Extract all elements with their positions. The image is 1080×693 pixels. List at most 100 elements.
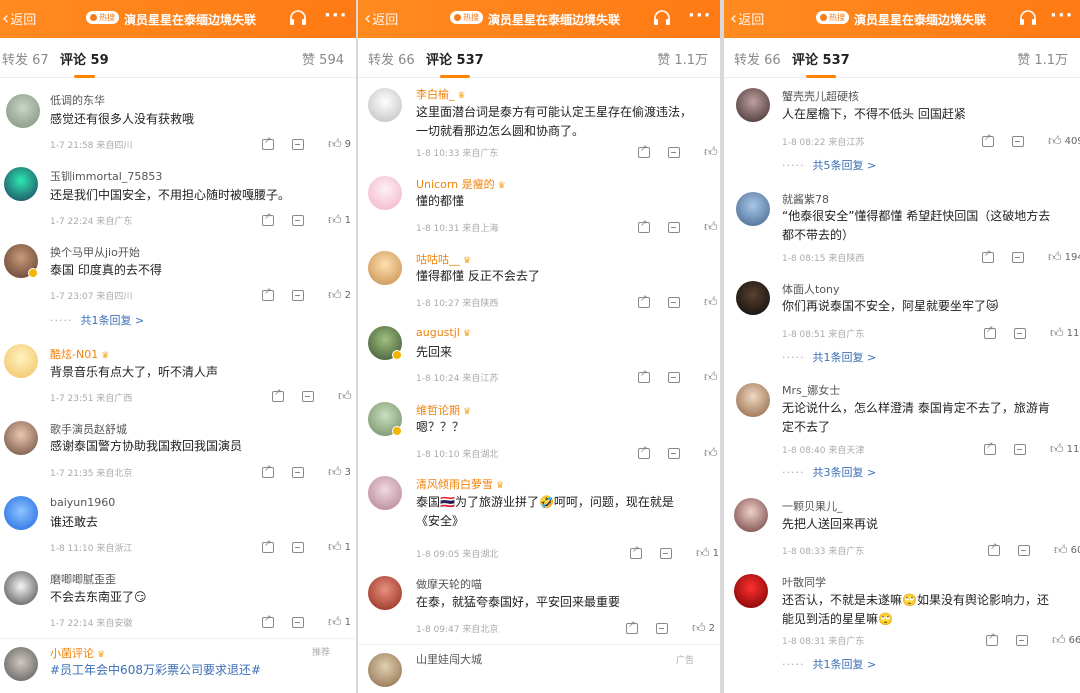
share-icon[interactable]: [262, 287, 274, 301]
share-icon[interactable]: [638, 219, 650, 233]
tab-comments[interactable]: 评论 537: [792, 49, 850, 78]
back-button[interactable]: ‹ 返回: [730, 9, 764, 28]
share-icon[interactable]: [272, 388, 284, 402]
comment-author[interactable]: augustjl ♛: [416, 326, 471, 339]
thumbs-up-icon[interactable]: 👍︎: [1048, 134, 1062, 149]
share-icon[interactable]: [626, 620, 638, 634]
avatar[interactable]: [368, 88, 402, 122]
share-icon[interactable]: [982, 249, 994, 263]
comment-icon[interactable]: [292, 139, 304, 150]
comment-author[interactable]: 做摩天轮的喵: [416, 576, 482, 592]
comment-author[interactable]: 维哲论期 ♛: [416, 402, 471, 418]
share-icon[interactable]: [638, 144, 650, 158]
tab-likes[interactable]: 赞 1.1万: [1017, 49, 1068, 68]
share-icon[interactable]: [638, 369, 650, 383]
comment-icon[interactable]: [668, 372, 680, 383]
comment-icon[interactable]: [1016, 635, 1028, 646]
share-icon[interactable]: [262, 136, 274, 150]
headphones-icon[interactable]: [1018, 9, 1038, 27]
comment-author[interactable]: 咕咕咕__ ♛: [416, 251, 471, 267]
view-replies-link[interactable]: ····· 共5条回复 >: [782, 157, 876, 173]
thumbs-up-icon[interactable]: 👍︎: [1050, 442, 1064, 457]
comment-icon[interactable]: [668, 147, 680, 158]
share-icon[interactable]: [982, 133, 994, 147]
share-icon[interactable]: [630, 545, 642, 559]
comment-author[interactable]: 李白榆_ ♛: [416, 86, 466, 102]
more-icon[interactable]: ···: [688, 5, 712, 26]
comment-author[interactable]: 山里娃闯大城: [416, 651, 482, 667]
comment-icon[interactable]: [292, 542, 304, 553]
comment-author[interactable]: 一颗贝果儿_: [782, 498, 843, 514]
thumbs-up-icon[interactable]: 👍︎: [704, 220, 718, 235]
comment-icon[interactable]: [1018, 545, 1030, 556]
thumbs-up-icon[interactable]: 👍︎: [328, 137, 342, 152]
thumbs-up-icon[interactable]: 👍︎: [1052, 633, 1066, 648]
avatar[interactable]: [368, 176, 402, 210]
thumbs-up-icon[interactable]: 👍︎: [328, 213, 342, 228]
thumbs-up-icon[interactable]: 👍︎: [704, 295, 718, 310]
comment-author[interactable]: 清风倾雨白萝雪 ♛: [416, 476, 504, 492]
more-icon[interactable]: ···: [324, 5, 348, 26]
comment-icon[interactable]: [1012, 252, 1024, 263]
back-button[interactable]: ‹ 返回: [364, 9, 398, 28]
avatar[interactable]: [6, 94, 40, 128]
view-replies-link[interactable]: ····· 共1条回复 >: [50, 312, 144, 328]
share-icon[interactable]: [988, 542, 1000, 556]
share-icon[interactable]: [262, 539, 274, 553]
thumbs-up-icon[interactable]: 👍︎: [328, 465, 342, 480]
comment-icon[interactable]: [292, 290, 304, 301]
thumbs-up-icon[interactable]: 👍︎: [692, 621, 706, 636]
ad-item[interactable]: 山里娃闯大城 广告: [358, 644, 720, 693]
avatar[interactable]: [4, 344, 38, 378]
share-icon[interactable]: [262, 464, 274, 478]
headphones-icon[interactable]: [288, 9, 308, 27]
thumbs-up-icon[interactable]: 👍︎: [1054, 543, 1068, 558]
thumbs-up-icon[interactable]: 👍︎: [338, 389, 352, 404]
comment-author[interactable]: 玉钏immortal_75853: [50, 168, 162, 184]
avatar[interactable]: [736, 383, 770, 417]
comment-icon[interactable]: [302, 391, 314, 402]
avatar[interactable]: [368, 653, 402, 687]
view-replies-link[interactable]: ····· 共1条回复 >: [782, 656, 876, 672]
view-replies-link[interactable]: ····· 共1条回复 >: [782, 349, 876, 365]
comment-icon[interactable]: [292, 617, 304, 628]
thumbs-up-icon[interactable]: 👍︎: [328, 288, 342, 303]
tab-repost[interactable]: 转发 66: [368, 49, 415, 68]
thumbs-up-icon[interactable]: 👍︎: [704, 446, 718, 461]
comment-author[interactable]: baiyun1960: [50, 496, 115, 509]
tab-likes[interactable]: 赞 594: [302, 49, 344, 68]
share-icon[interactable]: [984, 441, 996, 455]
avatar[interactable]: [736, 88, 770, 122]
comment-author[interactable]: 体面人tony: [782, 281, 840, 297]
avatar[interactable]: [368, 476, 402, 510]
comment-author[interactable]: 酷炫-N01 ♛: [50, 346, 109, 362]
headphones-icon[interactable]: [652, 9, 672, 27]
comment-icon[interactable]: [660, 548, 672, 559]
thumbs-up-icon[interactable]: 👍︎: [704, 145, 718, 160]
more-icon[interactable]: ···: [1050, 5, 1074, 26]
thumbs-up-icon[interactable]: 👍︎: [1050, 326, 1064, 341]
comment-icon[interactable]: [656, 623, 668, 634]
hashtag-text[interactable]: #员工年会中608万彩票公司要求退还#: [50, 661, 261, 679]
tab-likes[interactable]: 赞 1.1万: [657, 49, 708, 68]
avatar[interactable]: [368, 251, 402, 285]
tab-repost[interactable]: 转发 66: [734, 49, 781, 68]
tab-comments[interactable]: 评论 537: [426, 49, 484, 78]
avatar[interactable]: [4, 421, 38, 455]
avatar[interactable]: [4, 647, 38, 681]
comment-author[interactable]: 小菌评论 ♛: [50, 645, 105, 661]
comment-icon[interactable]: [1014, 444, 1026, 455]
share-icon[interactable]: [262, 212, 274, 226]
avatar[interactable]: [734, 498, 768, 532]
promoted-item[interactable]: 小菌评论 ♛ #员工年会中608万彩票公司要求退还# 推荐: [0, 638, 356, 693]
avatar[interactable]: [4, 167, 38, 201]
view-replies-link[interactable]: ····· 共3条回复 >: [782, 464, 876, 480]
tab-comments[interactable]: 评论 59: [60, 49, 109, 78]
avatar[interactable]: [736, 192, 770, 226]
avatar[interactable]: [734, 574, 768, 608]
avatar[interactable]: [4, 571, 38, 605]
tab-repost[interactable]: 转发 67: [2, 49, 49, 68]
share-icon[interactable]: [262, 614, 274, 628]
thumbs-up-icon[interactable]: 👍︎: [1048, 250, 1062, 265]
comment-author[interactable]: 磨唧唧腻歪歪: [50, 571, 116, 587]
